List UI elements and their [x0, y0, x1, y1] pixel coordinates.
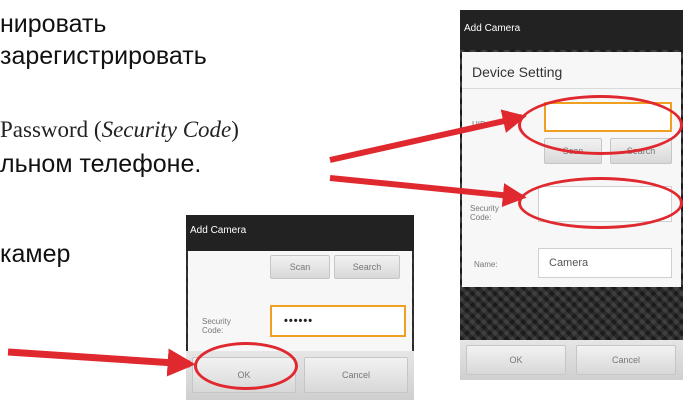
arrow-layer: [7, 109, 527, 377]
arrow-to-uid: [329, 109, 527, 163]
arrow-to-ok: [7, 348, 196, 377]
arrow-to-security-code: [329, 175, 527, 208]
